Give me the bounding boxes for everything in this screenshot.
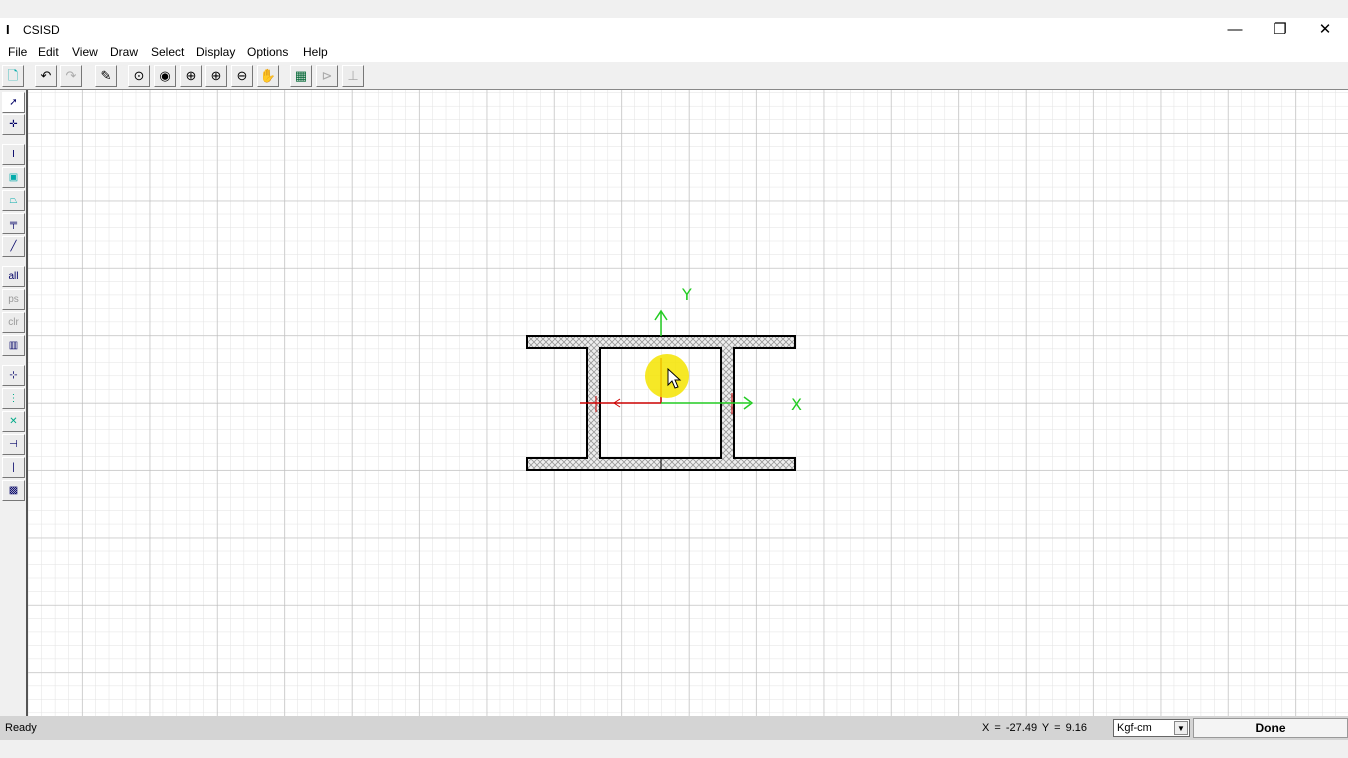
- units-select[interactable]: Kgf-cm ▼: [1113, 719, 1190, 737]
- units-value: Kgf-cm: [1117, 722, 1152, 734]
- restore-button[interactable]: ❐: [1265, 20, 1295, 40]
- y-axis-label: Y: [681, 285, 692, 304]
- hatch-icon[interactable]: ▥: [2, 335, 25, 356]
- draw-line-icon[interactable]: ╱: [2, 236, 25, 257]
- draw-i-section-icon[interactable]: I: [2, 144, 25, 165]
- menu-view[interactable]: View: [72, 45, 98, 59]
- shape-a-icon[interactable]: ⊳: [316, 65, 338, 87]
- zoom-restore-icon[interactable]: ⊕: [180, 65, 202, 87]
- toolbar: 🗋 ↶ ↷ ✎ ⊙ ◉ ⊕ ⊕ ⊖ ✋ ▦ ⊳ ⊥: [0, 62, 1348, 90]
- zoom-in-icon[interactable]: ⊕: [205, 65, 227, 87]
- draw-rectangle-icon[interactable]: ▣: [2, 167, 25, 188]
- menu-help[interactable]: Help: [303, 45, 328, 59]
- undo-icon[interactable]: ↶: [35, 65, 57, 87]
- menu-options[interactable]: Options: [247, 45, 288, 59]
- draw-polygon-icon[interactable]: ⏢: [2, 190, 25, 211]
- zoom-previous-icon[interactable]: ◉: [154, 65, 176, 87]
- select-ps-button[interactable]: ps: [2, 289, 25, 310]
- snap-midpoint-icon[interactable]: ⋮: [2, 388, 25, 409]
- canvas-svg: X Y: [28, 90, 1348, 716]
- menu-bar: File Edit View Draw Select Display Optio…: [0, 42, 1348, 62]
- select-all-button[interactable]: all: [2, 266, 25, 287]
- left-toolbar: ➚ ✛ I ▣ ⏢ ╤ ╱ all ps clr ▥ ⊹ ⋮ ✕ ⊣ | ▩: [0, 90, 28, 716]
- draw-rebar-line-icon[interactable]: ╤: [2, 213, 25, 234]
- close-button[interactable]: ✕: [1310, 20, 1340, 40]
- menu-draw[interactable]: Draw: [110, 45, 138, 59]
- snap-perpendicular-icon[interactable]: ⊣: [2, 434, 25, 455]
- new-icon[interactable]: 🗋: [2, 65, 24, 87]
- app-icon: I: [6, 22, 10, 37]
- cursor-highlight: [645, 354, 689, 398]
- select-pointer-icon[interactable]: ➚: [2, 92, 25, 113]
- done-button[interactable]: Done: [1193, 718, 1348, 738]
- menu-display[interactable]: Display: [196, 45, 235, 59]
- snap-line-icon[interactable]: |: [2, 457, 25, 478]
- select-node-icon[interactable]: ✛: [2, 114, 25, 135]
- zoom-out-icon[interactable]: ⊖: [231, 65, 253, 87]
- minimize-button[interactable]: —: [1220, 20, 1250, 40]
- pencil-icon[interactable]: ✎: [95, 65, 117, 87]
- x-axis-label: X: [791, 395, 802, 414]
- status-bar: Ready X = -27.49 Y = 9.16 Kgf-cm ▼ Done: [0, 716, 1348, 740]
- drawing-canvas[interactable]: X Y: [28, 90, 1348, 716]
- status-text: Ready: [5, 722, 37, 734]
- clear-selection-button[interactable]: clr: [2, 312, 25, 333]
- pan-icon[interactable]: ✋: [257, 65, 279, 87]
- snap-point-icon[interactable]: ⊹: [2, 365, 25, 386]
- zoom-window-icon[interactable]: ⊙: [128, 65, 150, 87]
- window-title: CSISD: [23, 23, 60, 37]
- cursor-coordinates: X = -27.49 Y = 9.16: [982, 722, 1088, 734]
- chevron-down-icon[interactable]: ▼: [1174, 721, 1188, 735]
- snap-grid-icon[interactable]: ▩: [2, 480, 25, 501]
- menu-file[interactable]: File: [8, 45, 27, 59]
- shape-b-icon[interactable]: ⊥: [342, 65, 364, 87]
- menu-select[interactable]: Select: [151, 45, 184, 59]
- redo-icon[interactable]: ↷: [60, 65, 82, 87]
- menu-edit[interactable]: Edit: [38, 45, 59, 59]
- title-bar: I CSISD — ❐ ✕: [0, 18, 1348, 42]
- table-icon[interactable]: ▦: [290, 65, 312, 87]
- snap-intersection-icon[interactable]: ✕: [2, 411, 25, 432]
